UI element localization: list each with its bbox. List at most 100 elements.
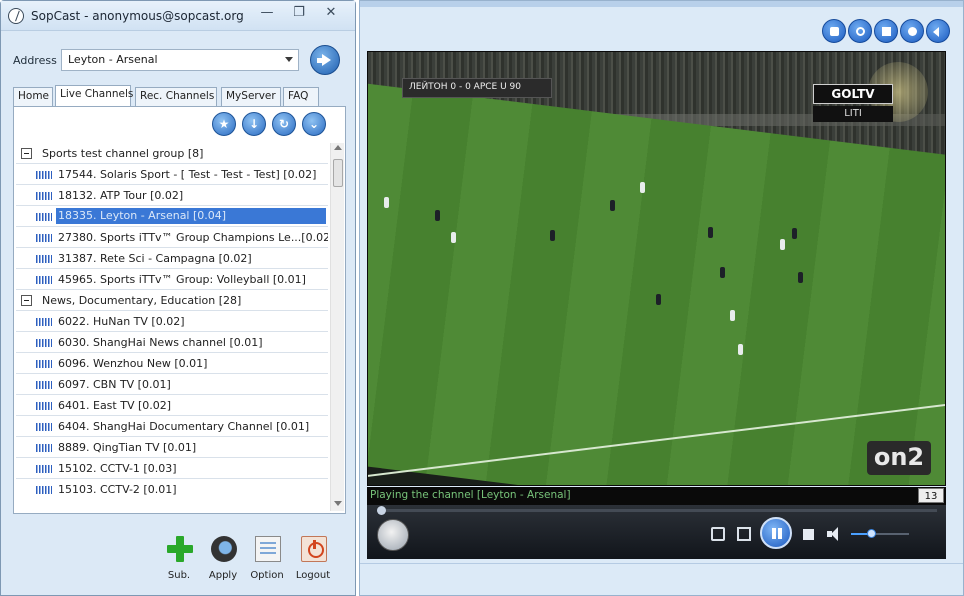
channel-list-scrollbar[interactable] [330, 143, 344, 511]
signal-icon [36, 423, 52, 431]
tab-live-channels[interactable]: Live Channels [55, 85, 133, 107]
signal-icon [36, 255, 52, 263]
channel-logo-subtext: LITI [813, 106, 893, 122]
signal-icon [36, 486, 52, 494]
tab-myserver[interactable]: MyServer [221, 87, 281, 106]
power-icon [301, 536, 327, 562]
player-figure [640, 182, 645, 193]
apply-label: Apply [208, 570, 238, 581]
download-icon[interactable]: ↓ [242, 112, 266, 136]
channel-row[interactable]: 17544. Solaris Sport - [ Test - Test - T… [16, 164, 328, 185]
channel-row[interactable]: 15103. CCTV-2 [0.01] [16, 479, 328, 500]
volume-knob[interactable] [867, 529, 877, 538]
signal-icon [36, 276, 52, 284]
channel-panel: ★ ↓ ↻ ⌄ Sports test channel group [8] 17… [13, 106, 346, 514]
player-figure [720, 267, 725, 278]
title-bar[interactable]: SopCast - anonymous@sopcast.org — ❐ ✕ [1, 1, 355, 31]
collapse-icon[interactable] [21, 148, 32, 159]
signal-icon [36, 444, 52, 452]
channel-label: 6030. ShangHai News channel [0.01] [58, 336, 263, 349]
player-figure [738, 344, 743, 355]
tab-home[interactable]: Home [13, 87, 53, 106]
sub-button[interactable]: Sub. [157, 536, 201, 588]
signal-icon [36, 318, 52, 326]
screen-icon[interactable] [737, 527, 751, 541]
player-figure [798, 272, 803, 283]
maximize-button[interactable]: ❐ [285, 4, 313, 22]
channel-row[interactable]: 45965. Sports iTTv™ Group: Volleyball [0… [16, 269, 328, 290]
channel-row-selected[interactable]: 18335. Leyton - Arsenal [0.04] [16, 206, 328, 227]
close-button[interactable]: ✕ [317, 4, 345, 22]
stop-icon[interactable] [803, 529, 814, 540]
video-frame[interactable]: ЛЕЙТОН 0 - 0 АРСЕ U 90 GOLTV LITI on2 [367, 51, 946, 486]
player-figure [435, 210, 440, 221]
channel-row[interactable]: 18132. ATP Tour [0.02] [16, 185, 328, 206]
scroll-thumb[interactable] [333, 159, 343, 187]
add-favorite-icon[interactable]: ★ [212, 112, 236, 136]
sub-label: Sub. [167, 570, 191, 581]
player-figure [384, 197, 389, 208]
seek-bar[interactable] [377, 506, 937, 515]
sopcast-player-logo-icon [377, 519, 409, 551]
option-label: Option [250, 570, 284, 581]
pause-button[interactable] [760, 517, 792, 549]
channel-group[interactable]: Sports test channel group [8] [16, 143, 328, 164]
channel-label: 8889. QingTian TV [0.01] [58, 441, 197, 454]
apply-button[interactable]: Apply [201, 536, 245, 588]
volume-icon[interactable] [827, 527, 841, 541]
expand-icon[interactable]: ⌄ [302, 112, 326, 136]
player-figure [550, 230, 555, 241]
channel-row[interactable]: 6096. Wenzhou New [0.01] [16, 353, 328, 374]
back-icon[interactable] [926, 19, 950, 43]
sopcast-logo-icon [8, 8, 24, 24]
snapshot-icon[interactable] [711, 527, 725, 541]
channel-row[interactable]: 15102. CCTV-1 [0.03] [16, 458, 328, 479]
zoom-icon[interactable] [848, 19, 872, 43]
fullscreen-icon[interactable] [900, 19, 924, 43]
snapshot-icon[interactable] [822, 19, 846, 43]
status-bar: Playing the channel [Leyton - Arsenal] 1… [367, 487, 946, 505]
player-figure [451, 232, 456, 243]
scroll-down-arrow-icon[interactable] [334, 501, 342, 506]
refresh-icon[interactable]: ↻ [272, 112, 296, 136]
signal-icon [36, 234, 52, 242]
score-overlay: ЛЕЙТОН 0 - 0 АРСЕ U 90 [402, 78, 552, 98]
channel-row[interactable]: 6022. HuNan TV [0.02] [16, 311, 328, 332]
player-title-strip[interactable] [360, 1, 963, 7]
channel-label: 6097. CBN TV [0.01] [58, 378, 171, 391]
channel-row[interactable]: 6404. ShangHai Documentary Channel [0.01… [16, 416, 328, 437]
channel-row[interactable]: 6097. CBN TV [0.01] [16, 374, 328, 395]
option-button[interactable]: Option [245, 536, 289, 588]
address-combobox[interactable]: Leyton - Arsenal [61, 49, 299, 71]
tab-rec-channels[interactable]: Rec. Channels [135, 87, 217, 106]
seek-knob[interactable] [377, 506, 386, 515]
signal-icon [36, 213, 52, 221]
channel-row[interactable]: 8889. QingTian TV [0.01] [16, 437, 328, 458]
channel-group[interactable]: News, Documentary, Education [28] [16, 290, 328, 311]
logout-label: Logout [295, 570, 331, 581]
channel-row[interactable]: 6401. East TV [0.02] [16, 395, 328, 416]
record-icon[interactable] [874, 19, 898, 43]
status-text: Playing the channel [Leyton - Arsenal] [370, 489, 571, 501]
group-label: News, Documentary, Education [28] [42, 294, 242, 307]
channel-label: 27380. Sports iTTv™ Group Champions Le..… [58, 231, 328, 244]
minimize-button[interactable]: — [253, 4, 281, 22]
speaker-icon [211, 536, 237, 562]
go-button[interactable] [310, 45, 340, 75]
tab-faq[interactable]: FAQ [283, 87, 319, 106]
channel-row[interactable]: 6030. ShangHai News channel [0.01] [16, 332, 328, 353]
channel-tree[interactable]: Sports test channel group [8] 17544. Sol… [16, 143, 328, 511]
signal-icon [36, 192, 52, 200]
volume-slider[interactable] [851, 529, 909, 538]
scroll-up-arrow-icon[interactable] [334, 145, 342, 150]
channel-row[interactable]: 27380. Sports iTTv™ Group Champions Le..… [16, 227, 328, 248]
signal-icon [36, 402, 52, 410]
signal-icon [36, 171, 52, 179]
channel-label: 6022. HuNan TV [0.02] [58, 315, 185, 328]
channel-row[interactable]: 31387. Rete Sci - Campagna [0.02] [16, 248, 328, 269]
collapse-icon[interactable] [21, 295, 32, 306]
logout-button[interactable]: Logout [291, 536, 335, 588]
chevron-down-icon[interactable] [285, 57, 293, 62]
window-title: SopCast - anonymous@sopcast.org [31, 9, 244, 23]
channel-label: 15102. CCTV-1 [0.03] [58, 462, 177, 475]
